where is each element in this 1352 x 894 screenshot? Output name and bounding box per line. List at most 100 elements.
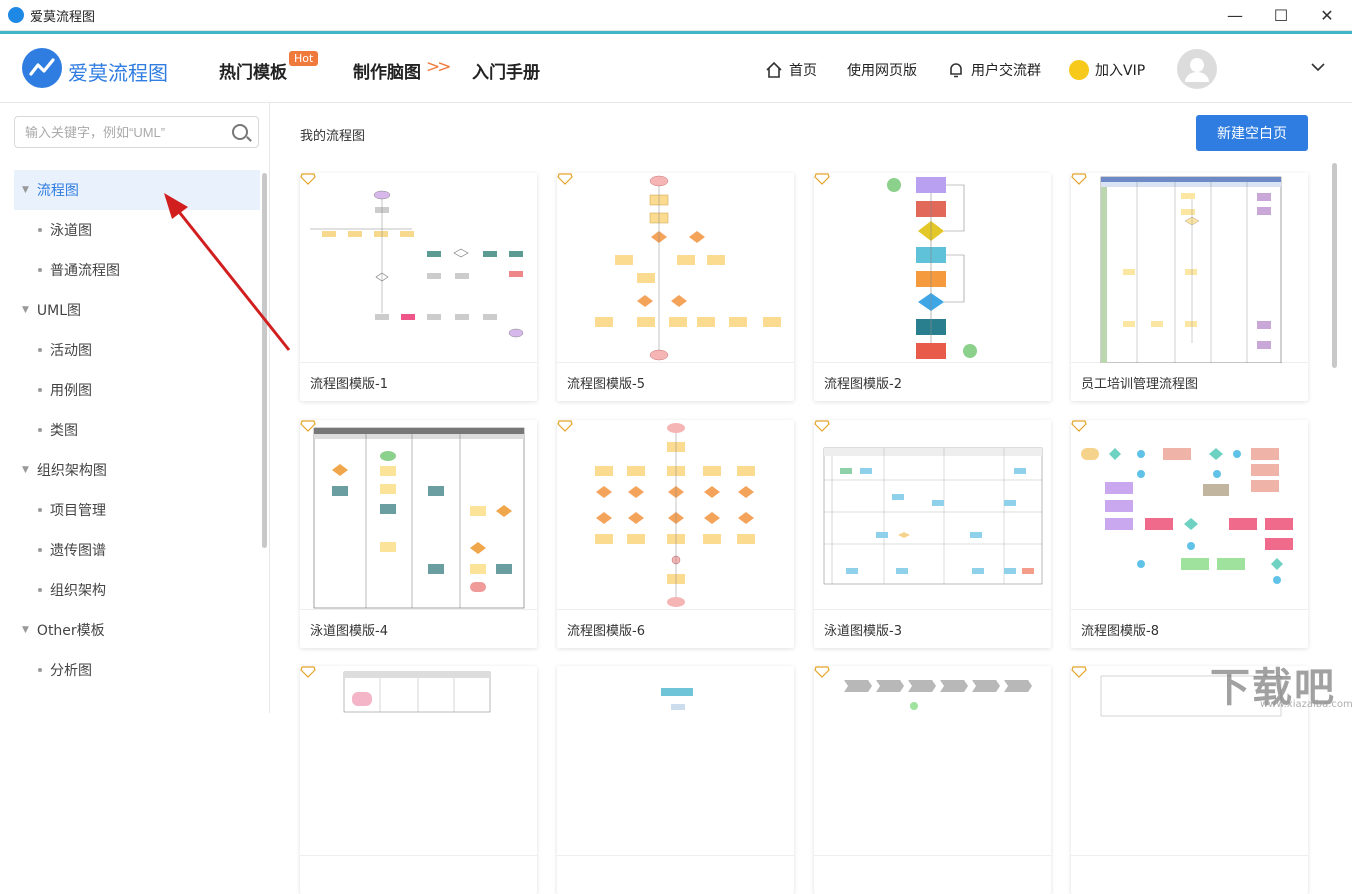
nav-web-version[interactable]: 使用网页版 — [847, 60, 917, 80]
bullet-icon — [38, 388, 42, 392]
sidebar-scrollbar[interactable] — [262, 173, 267, 548]
nav-web-version-label: 使用网页版 — [847, 60, 917, 80]
premium-gem-icon — [814, 420, 830, 432]
template-card[interactable]: 流程图模版-8 — [1071, 420, 1308, 648]
template-title: 流程图模版-5 — [567, 373, 645, 392]
tree-item-genogram[interactable]: 遗传图谱 — [14, 530, 260, 570]
template-thumbnail — [814, 173, 1051, 363]
template-card[interactable] — [557, 666, 794, 894]
template-thumbnail — [557, 173, 794, 363]
bullet-icon — [38, 508, 42, 512]
tree-item-swimlane[interactable]: 泳道图 — [14, 210, 260, 250]
nav-guide[interactable]: 入门手册 — [472, 58, 540, 83]
tree-item-org[interactable]: 组织架构 — [14, 570, 260, 610]
template-thumbnail — [814, 420, 1051, 610]
template-card[interactable] — [300, 666, 537, 894]
tree-group-flowchart[interactable]: ▼流程图 — [14, 170, 260, 210]
template-title: 员工培训管理流程图 — [1081, 373, 1198, 392]
template-title: 泳道图模版-4 — [310, 620, 388, 639]
nav-join-vip[interactable]: 加入VIP — [1069, 60, 1145, 80]
tree-label: 流程图 — [37, 180, 79, 200]
search-input[interactable] — [15, 117, 215, 147]
template-title: 泳道图模版-3 — [824, 620, 902, 639]
template-card[interactable]: 流程图模版-2 — [814, 173, 1051, 401]
tree-label: 类图 — [50, 420, 78, 440]
template-thumbnail — [1071, 173, 1308, 363]
template-thumbnail — [814, 666, 1051, 856]
template-thumbnail — [557, 420, 794, 610]
nav-user-group[interactable]: 用户交流群 — [947, 60, 1041, 80]
template-gallery: 我的流程图 新建空白页 流程图模版-1 — [270, 103, 1352, 713]
tree-group-uml[interactable]: ▼ UML图 — [14, 290, 260, 330]
hot-badge: Hot — [289, 51, 318, 66]
premium-gem-icon — [1071, 173, 1087, 185]
brand-logo-icon[interactable] — [22, 48, 62, 88]
tree-item-activity[interactable]: 活动图 — [14, 330, 260, 370]
tree-label: 用例图 — [50, 380, 92, 400]
tree-label: 泳道图 — [50, 220, 92, 240]
template-card[interactable]: 流程图模版-5 — [557, 173, 794, 401]
template-card[interactable]: 泳道图模版-4 — [300, 420, 537, 648]
template-card[interactable] — [814, 666, 1051, 894]
premium-gem-icon — [814, 666, 830, 678]
nav-make-mindmap[interactable]: 制作脑图 — [353, 58, 421, 83]
tree-label: 分析图 — [50, 660, 92, 680]
nav-hot-templates[interactable]: 热门模板 — [219, 58, 287, 83]
nav-home[interactable]: 首页 — [765, 60, 817, 80]
vip-icon — [1069, 60, 1089, 80]
tree-label: 活动图 — [50, 340, 92, 360]
brand-name[interactable]: 爱莫流程图 — [68, 57, 168, 86]
template-card[interactable]: 泳道图模版-3 — [814, 420, 1051, 648]
watermark-url: www.xiazaiba.com — [1260, 699, 1352, 710]
double-chevron-icon: >> — [426, 57, 449, 77]
template-title: 流程图模版-6 — [567, 620, 645, 639]
chevron-down-icon[interactable] — [1311, 60, 1325, 76]
premium-gem-icon — [1071, 666, 1087, 678]
section-title: 我的流程图 — [300, 125, 365, 144]
header-accent-strip — [0, 31, 1352, 34]
user-avatar[interactable] — [1177, 49, 1217, 89]
maximize-button[interactable]: ☐ — [1258, 0, 1304, 31]
site-watermark: 下载吧 www.xiazaiba.com — [1210, 655, 1336, 713]
nav-user-group-label: 用户交流群 — [971, 60, 1041, 80]
gallery-scrollbar[interactable] — [1332, 163, 1337, 368]
template-card[interactable]: 员工培训管理流程图 — [1071, 173, 1308, 401]
template-thumbnail — [1071, 420, 1308, 610]
template-thumbnail — [300, 173, 537, 363]
bullet-icon — [38, 268, 42, 272]
close-button[interactable]: ✕ — [1304, 0, 1350, 31]
tree-group-other[interactable]: ▼Other模板 — [14, 610, 260, 650]
nav-join-vip-label: 加入VIP — [1095, 60, 1145, 80]
window-titlebar: 爱莫流程图 — ☐ ✕ — [0, 0, 1352, 31]
caret-down-icon: ▼ — [22, 465, 29, 475]
template-card[interactable]: 流程图模版-6 — [557, 420, 794, 648]
template-card[interactable]: 流程图模版-1 — [300, 173, 537, 401]
home-icon — [765, 61, 783, 79]
template-title: 流程图模版-1 — [310, 373, 388, 392]
tree-label: 项目管理 — [50, 500, 106, 520]
tree-group-org-chart[interactable]: ▼ 组织架构图 — [14, 450, 260, 490]
window-title: 爱莫流程图 — [30, 6, 95, 25]
tree-item-basic-flowchart[interactable]: 普通流程图 — [14, 250, 260, 290]
minimize-button[interactable]: — — [1212, 0, 1258, 31]
tree-label: Other模板 — [37, 620, 105, 640]
tree-label: UML图 — [37, 300, 81, 320]
tree-item-analysis[interactable]: 分析图 — [14, 650, 260, 690]
premium-gem-icon — [814, 173, 830, 185]
new-blank-page-button[interactable]: 新建空白页 — [1196, 115, 1308, 151]
template-thumbnail — [557, 666, 794, 856]
tree-label: 组织架构图 — [37, 460, 107, 480]
search-icon[interactable] — [232, 124, 248, 140]
tree-label: 普通流程图 — [50, 260, 120, 280]
template-thumbnail — [300, 666, 537, 856]
tree-label: 遗传图谱 — [50, 540, 106, 560]
bell-icon — [947, 61, 965, 79]
bullet-icon — [38, 588, 42, 592]
premium-gem-icon — [1071, 420, 1087, 432]
tree-item-usecase[interactable]: 用例图 — [14, 370, 260, 410]
tree-item-project[interactable]: 项目管理 — [14, 490, 260, 530]
bullet-icon — [38, 348, 42, 352]
category-tree: ▼流程图 泳道图 普通流程图 ▼ UML图 活动图 用例图 类图 ▼ 组织架构图 项… — [14, 170, 260, 690]
caret-down-icon: ▼ — [22, 305, 29, 315]
tree-item-class[interactable]: 类图 — [14, 410, 260, 450]
